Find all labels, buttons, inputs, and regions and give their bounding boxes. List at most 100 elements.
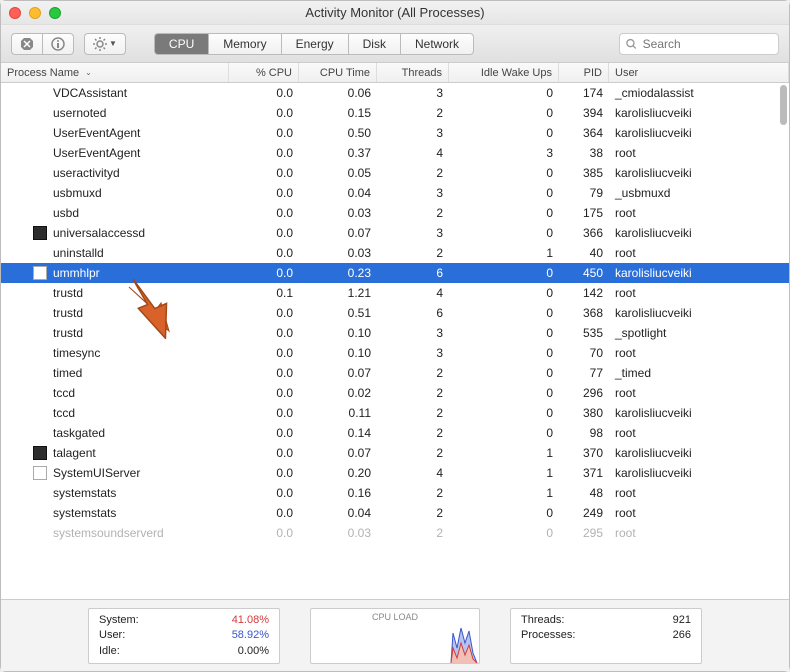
table-row[interactable]: uninstalld0.00.032140root bbox=[1, 243, 789, 263]
process-name: usbd bbox=[53, 206, 79, 220]
table-row[interactable]: systemstats0.00.0420249root bbox=[1, 503, 789, 523]
count-stats: Threads:921 Processes:266 .. bbox=[510, 608, 702, 664]
table-row[interactable]: timed0.00.072077_timed bbox=[1, 363, 789, 383]
process-cpu-time: 0.16 bbox=[299, 486, 377, 500]
table-row[interactable]: universalaccessd0.00.0730366karolisliucv… bbox=[1, 223, 789, 243]
process-cpu-time: 0.02 bbox=[299, 386, 377, 400]
process-wake: 1 bbox=[449, 246, 559, 260]
process-wake: 0 bbox=[449, 366, 559, 380]
table-row[interactable]: useractivityd0.00.0520385karolisliucveik… bbox=[1, 163, 789, 183]
process-threads: 4 bbox=[377, 286, 449, 300]
process-pid: 368 bbox=[559, 306, 609, 320]
process-wake: 0 bbox=[449, 406, 559, 420]
table-row[interactable]: tccd0.00.1120380karolisliucveiki bbox=[1, 403, 789, 423]
process-pid: 40 bbox=[559, 246, 609, 260]
process-user: root bbox=[609, 206, 789, 220]
table-row[interactable]: talagent0.00.0721370karolisliucveiki bbox=[1, 443, 789, 463]
process-user: root bbox=[609, 146, 789, 160]
process-cpu: 0.0 bbox=[229, 146, 299, 160]
table-row[interactable]: usbd0.00.0320175root bbox=[1, 203, 789, 223]
process-threads: 2 bbox=[377, 406, 449, 420]
process-wake: 0 bbox=[449, 526, 559, 540]
process-pid: 380 bbox=[559, 406, 609, 420]
tab-disk[interactable]: Disk bbox=[348, 33, 400, 55]
tab-energy[interactable]: Energy bbox=[281, 33, 348, 55]
table-row[interactable]: systemsoundserverd0.00.0320295root bbox=[1, 523, 789, 543]
process-wake: 0 bbox=[449, 426, 559, 440]
process-name: usbmuxd bbox=[53, 186, 102, 200]
table-row[interactable]: usernoted0.00.1520394karolisliucveiki bbox=[1, 103, 789, 123]
header-pid[interactable]: PID bbox=[559, 63, 609, 82]
info-button[interactable] bbox=[42, 33, 74, 55]
table-row[interactable]: UserEventAgent0.00.5030364karolisliucvei… bbox=[1, 123, 789, 143]
process-user: karolisliucveiki bbox=[609, 446, 789, 460]
sort-indicator-icon: ⌄ bbox=[85, 68, 92, 77]
process-threads: 6 bbox=[377, 266, 449, 280]
process-name: timed bbox=[53, 366, 82, 380]
table-row[interactable]: timesync0.00.103070root bbox=[1, 343, 789, 363]
process-cpu-time: 0.03 bbox=[299, 526, 377, 540]
process-name: uninstalld bbox=[53, 246, 104, 260]
process-wake: 0 bbox=[449, 286, 559, 300]
process-cpu-time: 0.15 bbox=[299, 106, 377, 120]
table-row[interactable]: trustd0.11.2140142root bbox=[1, 283, 789, 303]
process-user: _cmiodalassist bbox=[609, 86, 789, 100]
process-pid: 48 bbox=[559, 486, 609, 500]
process-user: root bbox=[609, 346, 789, 360]
process-cpu: 0.0 bbox=[229, 386, 299, 400]
scrollbar[interactable] bbox=[780, 85, 787, 125]
process-name: talagent bbox=[53, 446, 96, 460]
settings-button[interactable]: ▼ bbox=[84, 33, 126, 55]
process-doc-icon bbox=[33, 466, 47, 480]
process-cpu: 0.0 bbox=[229, 206, 299, 220]
process-name: useractivityd bbox=[53, 166, 120, 180]
process-cpu: 0.0 bbox=[229, 266, 299, 280]
table-row[interactable]: UserEventAgent0.00.374338root bbox=[1, 143, 789, 163]
process-pid: 394 bbox=[559, 106, 609, 120]
process-threads: 6 bbox=[377, 306, 449, 320]
header-idle-wake[interactable]: Idle Wake Ups bbox=[449, 63, 559, 82]
table-row[interactable]: trustd0.00.1030535_spotlight bbox=[1, 323, 789, 343]
process-user: karolisliucveiki bbox=[609, 166, 789, 180]
process-cpu-time: 0.10 bbox=[299, 326, 377, 340]
table-row[interactable]: ummhlpr0.00.2360450karolisliucveiki bbox=[1, 263, 789, 283]
process-pid: 450 bbox=[559, 266, 609, 280]
process-wake: 0 bbox=[449, 226, 559, 240]
process-pid: 38 bbox=[559, 146, 609, 160]
system-value: 41.08% bbox=[232, 614, 269, 626]
table-row[interactable]: systemstats0.00.162148root bbox=[1, 483, 789, 503]
process-name: VDCAssistant bbox=[53, 86, 127, 100]
header-threads[interactable]: Threads bbox=[377, 63, 449, 82]
process-wake: 0 bbox=[449, 126, 559, 140]
tab-network[interactable]: Network bbox=[400, 33, 474, 55]
gear-icon bbox=[93, 37, 107, 51]
process-pid: 370 bbox=[559, 446, 609, 460]
process-list[interactable]: VDCAssistant0.00.0630174_cmiodalassistus… bbox=[1, 83, 789, 599]
process-cpu-time: 0.06 bbox=[299, 86, 377, 100]
process-cpu: 0.0 bbox=[229, 366, 299, 380]
tab-memory[interactable]: Memory bbox=[208, 33, 280, 55]
search-field[interactable] bbox=[619, 33, 779, 55]
process-cpu-time: 0.11 bbox=[299, 406, 377, 420]
table-row[interactable]: tccd0.00.0220296root bbox=[1, 383, 789, 403]
table-row[interactable]: SystemUIServer0.00.2041371karolisliucvei… bbox=[1, 463, 789, 483]
table-row[interactable]: usbmuxd0.00.043079_usbmuxd bbox=[1, 183, 789, 203]
stop-process-button[interactable] bbox=[11, 33, 42, 55]
table-row[interactable]: trustd0.00.5160368karolisliucveiki bbox=[1, 303, 789, 323]
search-input[interactable] bbox=[643, 37, 772, 51]
header-cpu[interactable]: % CPU bbox=[229, 63, 299, 82]
header-process-name[interactable]: Process Name⌄ bbox=[1, 63, 229, 82]
process-wake: 0 bbox=[449, 86, 559, 100]
process-cpu-time: 0.07 bbox=[299, 226, 377, 240]
table-row[interactable]: VDCAssistant0.00.0630174_cmiodalassist bbox=[1, 83, 789, 103]
header-user[interactable]: User bbox=[609, 63, 789, 82]
table-row[interactable]: taskgated0.00.142098root bbox=[1, 423, 789, 443]
process-threads: 3 bbox=[377, 326, 449, 340]
header-cpu-time[interactable]: CPU Time bbox=[299, 63, 377, 82]
process-user: root bbox=[609, 486, 789, 500]
process-wake: 1 bbox=[449, 486, 559, 500]
process-wake: 0 bbox=[449, 186, 559, 200]
process-threads: 3 bbox=[377, 126, 449, 140]
tab-cpu[interactable]: CPU bbox=[154, 33, 208, 55]
process-threads: 3 bbox=[377, 226, 449, 240]
